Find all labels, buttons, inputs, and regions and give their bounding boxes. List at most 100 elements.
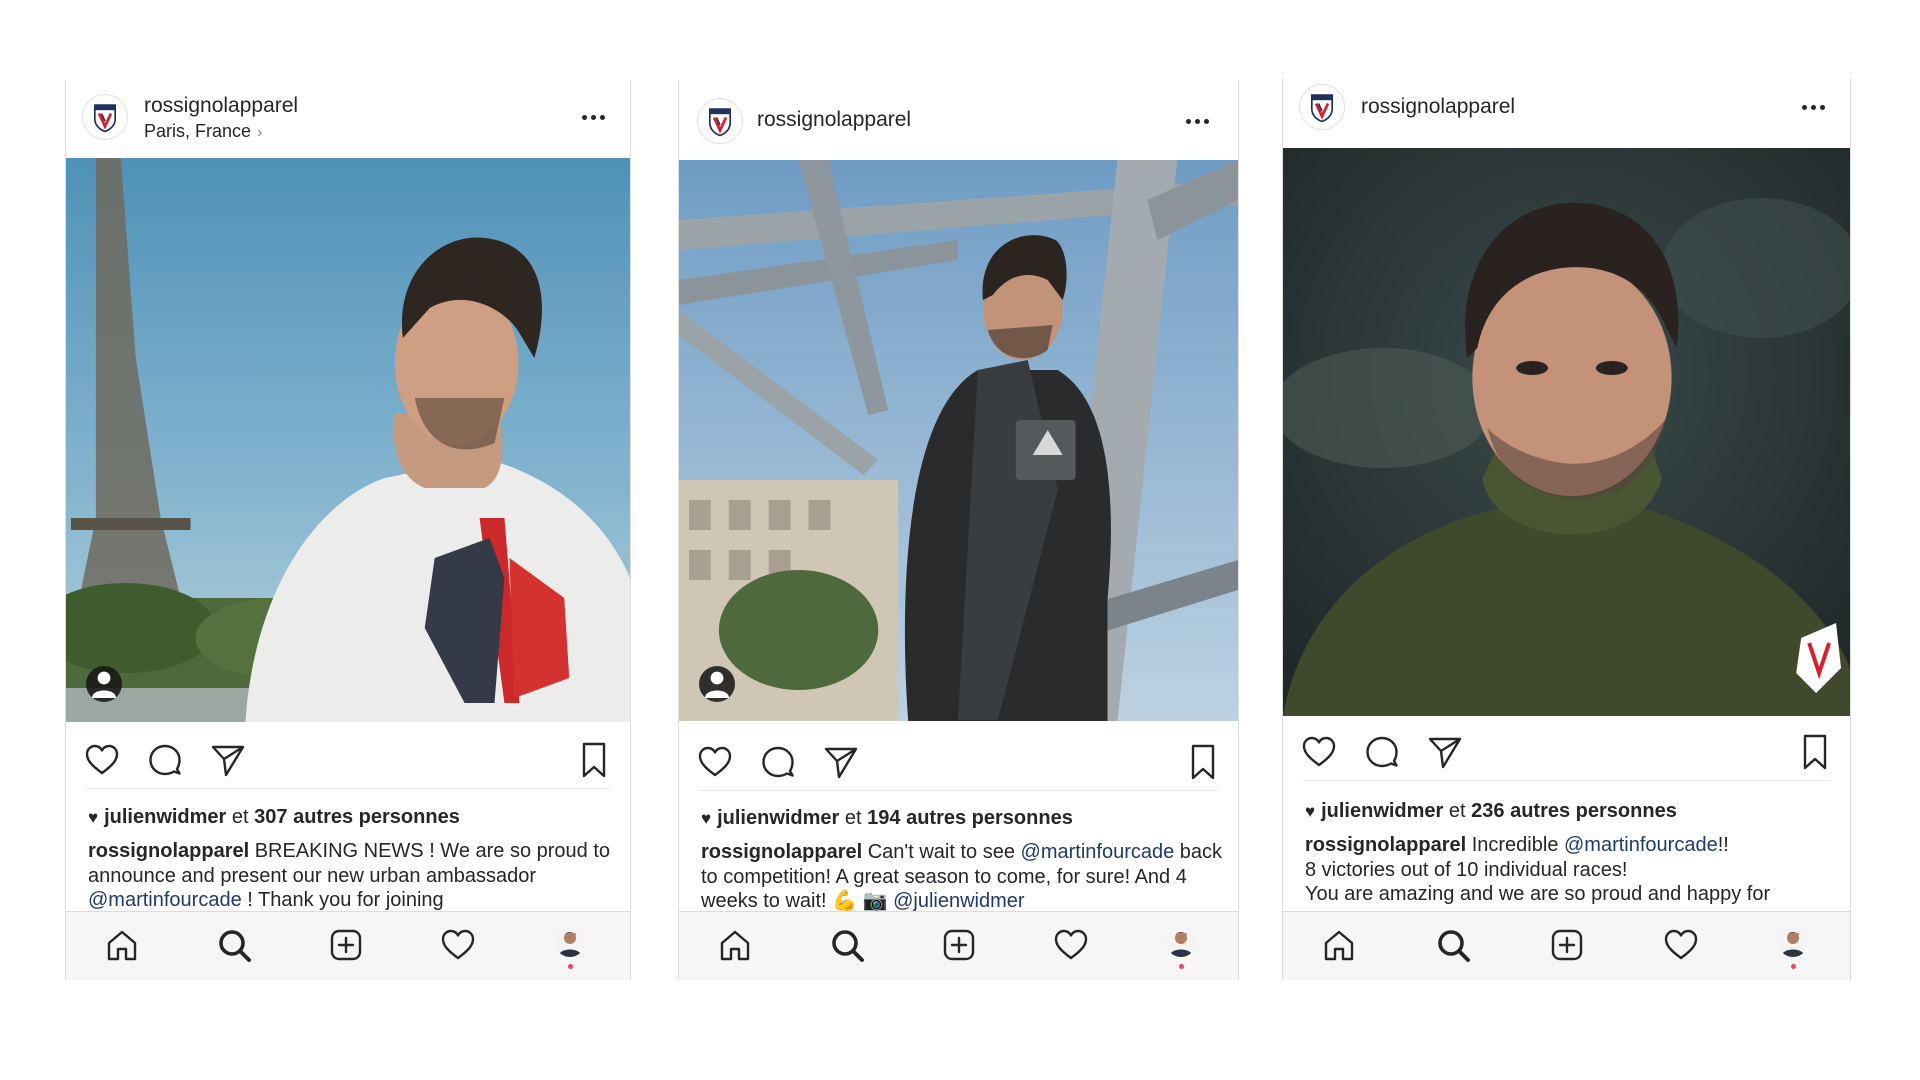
divider bbox=[86, 788, 610, 789]
post-photo[interactable] bbox=[66, 158, 630, 722]
search-icon bbox=[214, 925, 254, 965]
post-location[interactable]: Paris, France › bbox=[144, 121, 262, 142]
search-icon bbox=[1433, 925, 1473, 965]
caption-username[interactable]: rossignolapparel bbox=[1305, 834, 1466, 856]
comment-button[interactable] bbox=[145, 740, 185, 780]
tab-search[interactable] bbox=[1433, 925, 1473, 965]
tab-activity[interactable] bbox=[1661, 925, 1701, 965]
comment-button[interactable] bbox=[1362, 732, 1402, 772]
caption-line: You are amazing and we are so proud and … bbox=[1305, 883, 1771, 905]
tab-search[interactable] bbox=[827, 925, 867, 965]
liked-by-sep: et bbox=[1448, 800, 1466, 822]
mention-link[interactable]: @julienwidmer bbox=[893, 890, 1024, 912]
post-actions bbox=[66, 740, 630, 790]
rossignol-logo-icon bbox=[88, 100, 122, 134]
chevron-right-icon: › bbox=[257, 124, 263, 141]
share-button[interactable] bbox=[821, 742, 861, 782]
save-button[interactable] bbox=[574, 740, 614, 780]
more-options-button[interactable] bbox=[1793, 97, 1833, 117]
likes-summary[interactable]: ♥ julienwidmer et 236 autres personnes bbox=[1305, 800, 1834, 823]
bookmark-icon bbox=[574, 740, 614, 780]
caption-username[interactable]: rossignolapparel bbox=[701, 841, 862, 863]
tab-add-post[interactable] bbox=[1547, 925, 1587, 965]
home-icon bbox=[715, 925, 755, 965]
post-username[interactable]: rossignolapparel bbox=[144, 94, 298, 118]
share-button[interactable] bbox=[208, 740, 248, 780]
save-button[interactable] bbox=[1795, 732, 1835, 772]
tab-profile[interactable] bbox=[1778, 927, 1808, 957]
liked-by-count[interactable]: 236 autres personnes bbox=[1471, 800, 1677, 822]
tab-home[interactable] bbox=[1319, 925, 1359, 965]
mention-link[interactable]: @martinfourcade bbox=[88, 889, 242, 911]
post-actions bbox=[679, 742, 1238, 792]
tab-home[interactable] bbox=[715, 925, 755, 965]
tab-add-post[interactable] bbox=[326, 925, 366, 965]
post-username[interactable]: rossignolapparel bbox=[757, 108, 911, 132]
tab-search[interactable] bbox=[214, 925, 254, 965]
share-icon bbox=[208, 740, 248, 780]
post-photo[interactable] bbox=[1283, 148, 1850, 716]
more-options-button[interactable] bbox=[1177, 111, 1217, 131]
tab-activity[interactable] bbox=[438, 925, 478, 965]
account-avatar[interactable] bbox=[82, 94, 128, 140]
heart-icon bbox=[695, 742, 735, 782]
comment-icon bbox=[1362, 732, 1402, 772]
more-options-button[interactable] bbox=[573, 107, 613, 127]
account-avatar[interactable] bbox=[1299, 84, 1345, 130]
tab-profile[interactable] bbox=[555, 927, 585, 957]
post-photo[interactable] bbox=[679, 160, 1238, 721]
post-username[interactable]: rossignolapparel bbox=[1361, 95, 1515, 119]
caption-line: rossignolapparel Incredible @martinfourc… bbox=[1305, 833, 1836, 858]
save-button[interactable] bbox=[1183, 742, 1223, 782]
liked-by-user[interactable]: julienwidmer bbox=[717, 807, 839, 829]
liked-by-sep: et bbox=[844, 807, 862, 829]
person-icon bbox=[92, 671, 116, 698]
share-icon bbox=[821, 742, 861, 782]
like-button[interactable] bbox=[82, 740, 122, 780]
tab-add-post[interactable] bbox=[939, 925, 979, 965]
heart-small-icon: ♥ bbox=[701, 809, 712, 828]
divider bbox=[699, 790, 1218, 791]
tab-profile[interactable] bbox=[1166, 927, 1196, 957]
like-button[interactable] bbox=[1299, 732, 1339, 772]
activity-icon bbox=[1661, 925, 1701, 965]
notification-dot bbox=[1791, 964, 1796, 969]
liked-by-sep: et bbox=[231, 806, 249, 828]
tab-activity[interactable] bbox=[1051, 925, 1091, 965]
mention-link[interactable]: @martinfourcade bbox=[1564, 834, 1718, 856]
caption-line: 8 victories out of 10 individual races! bbox=[1305, 858, 1628, 881]
caption-text: Can't wait to see bbox=[867, 841, 1015, 863]
comment-icon bbox=[758, 742, 798, 782]
liked-by-user[interactable]: julienwidmer bbox=[104, 806, 226, 828]
caption-text: Incredible bbox=[1471, 834, 1559, 856]
activity-icon bbox=[438, 925, 478, 965]
comment-button[interactable] bbox=[758, 742, 798, 782]
likes-summary[interactable]: ♥ julienwidmer et 307 autres personnes bbox=[88, 806, 614, 829]
add-post-icon bbox=[1547, 925, 1587, 965]
bottom-tab-bar bbox=[679, 911, 1238, 980]
post-caption: rossignolapparel BREAKING NEWS ! We are … bbox=[88, 839, 616, 913]
search-icon bbox=[827, 925, 867, 965]
liked-by-count[interactable]: 307 autres personnes bbox=[254, 806, 460, 828]
bottom-tab-bar bbox=[66, 911, 630, 980]
caption-username[interactable]: rossignolapparel bbox=[88, 840, 249, 862]
heart-icon bbox=[82, 740, 122, 780]
profile-avatar-icon bbox=[1778, 927, 1808, 957]
account-avatar[interactable] bbox=[697, 98, 743, 144]
post-location-label: Paris, France bbox=[144, 121, 252, 141]
share-button[interactable] bbox=[1425, 732, 1465, 772]
rossignol-logo-icon bbox=[703, 104, 737, 138]
liked-by-user[interactable]: julienwidmer bbox=[1321, 800, 1443, 822]
tab-home[interactable] bbox=[102, 925, 142, 965]
tagged-people-badge[interactable] bbox=[699, 666, 735, 702]
tagged-people-badge[interactable] bbox=[86, 666, 122, 702]
mention-link[interactable]: @martinfourcade bbox=[1021, 841, 1175, 863]
likes-summary[interactable]: ♥ julienwidmer et 194 autres personnes bbox=[701, 807, 1222, 830]
heart-icon bbox=[1299, 732, 1339, 772]
activity-icon bbox=[1051, 925, 1091, 965]
liked-by-count[interactable]: 194 autres personnes bbox=[867, 807, 1073, 829]
like-button[interactable] bbox=[695, 742, 735, 782]
post-card-1: rossignolapparel Paris, France › ♥ julie… bbox=[65, 80, 631, 980]
post-card-2: rossignolapparel ♥ julienwidmer et 194 a… bbox=[678, 80, 1239, 980]
profile-avatar-icon bbox=[555, 927, 585, 957]
